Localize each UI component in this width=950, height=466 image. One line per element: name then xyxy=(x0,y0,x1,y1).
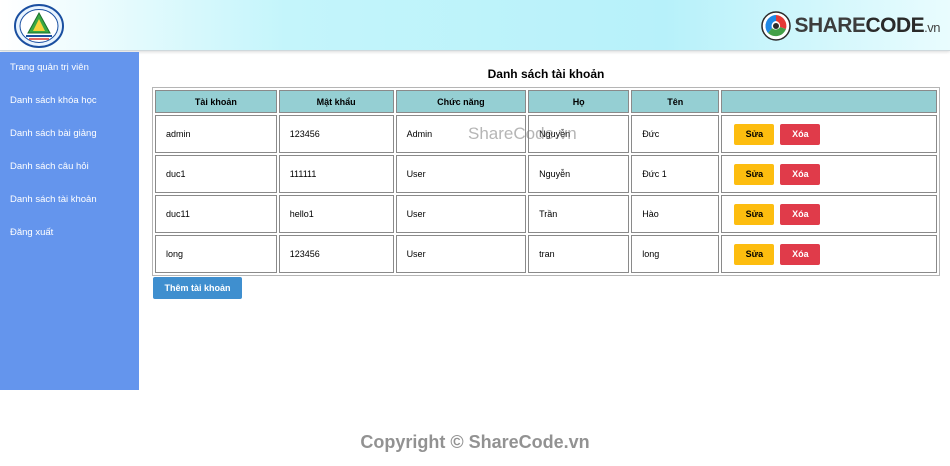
table-row: duc1 111111 User Nguyễn Đức 1 Sửa Xóa xyxy=(155,155,937,193)
cell-password: hello1 xyxy=(278,195,394,233)
column-header-password: Mật khẩu xyxy=(278,90,394,113)
accounts-table: Tài khoản Mật khẩu Chức năng Họ Tên admi… xyxy=(152,87,940,276)
cell-role: User xyxy=(395,155,527,193)
sidebar-item-courses[interactable]: Danh sách khóa học xyxy=(10,95,97,106)
column-header-role: Chức năng xyxy=(395,90,527,113)
table-row: admin 123456 Admin Nguyễn Đức Sửa Xóa xyxy=(155,115,937,153)
column-header-firstname: Tên xyxy=(631,90,720,113)
edit-button[interactable]: Sửa xyxy=(734,203,775,225)
cell-username: admin xyxy=(155,115,277,153)
sharecode-brand-text: SHARECODE.vn xyxy=(794,14,940,38)
cell-firstname: long xyxy=(631,235,720,273)
sharecode-logo-icon xyxy=(761,11,792,41)
column-header-actions xyxy=(721,90,937,113)
cell-role: User xyxy=(395,195,527,233)
header: SHARECODE.vn xyxy=(0,0,950,51)
cell-role: Admin xyxy=(395,115,527,153)
cell-username: long xyxy=(155,235,277,273)
table-row: long 123456 User tran long Sửa Xóa xyxy=(155,235,937,273)
delete-button[interactable]: Xóa xyxy=(780,203,821,225)
cell-firstname: Đức 1 xyxy=(631,155,720,193)
brand-part-code: CODE xyxy=(865,14,925,37)
cell-password: 123456 xyxy=(278,115,394,153)
edit-button[interactable]: Sửa xyxy=(734,163,775,185)
table-row: duc11 hello1 User Trần Hào Sửa Xóa xyxy=(155,195,937,233)
edit-button[interactable]: Sửa xyxy=(734,243,775,265)
edit-button[interactable]: Sửa xyxy=(734,123,775,145)
sidebar: Trang quản trị viên Danh sách khóa học D… xyxy=(0,52,139,390)
delete-button[interactable]: Xóa xyxy=(780,123,821,145)
cell-actions: Sửa Xóa xyxy=(721,115,937,153)
table-header-row: Tài khoản Mật khẩu Chức năng Họ Tên xyxy=(155,90,937,113)
column-header-username: Tài khoản xyxy=(155,90,277,113)
cell-lastname: Trần xyxy=(528,195,630,233)
add-account-button[interactable]: Thêm tài khoản xyxy=(153,277,242,299)
cell-password: 111111 xyxy=(278,155,394,193)
sidebar-item-accounts[interactable]: Danh sách tài khoản xyxy=(10,194,97,205)
cell-username: duc11 xyxy=(155,195,277,233)
cell-lastname: tran xyxy=(528,235,630,273)
cell-lastname: Nguyễn xyxy=(528,155,630,193)
page-title: Danh sách tài khoản xyxy=(487,67,605,81)
delete-button[interactable]: Xóa xyxy=(780,243,821,265)
cell-password: 123456 xyxy=(278,235,394,273)
cell-actions: Sửa Xóa xyxy=(721,195,937,233)
cell-firstname: Đức xyxy=(631,115,720,153)
cell-actions: Sửa Xóa xyxy=(721,235,937,273)
footer-copyright: Copyright © ShareCode.vn xyxy=(360,432,590,452)
sidebar-item-logout[interactable]: Đăng xuất xyxy=(10,227,53,238)
sidebar-item-lectures[interactable]: Danh sách bài giảng xyxy=(10,128,97,139)
sidebar-item-questions[interactable]: Danh sách câu hỏi xyxy=(10,161,89,172)
cell-role: User xyxy=(395,235,527,273)
cell-lastname: Nguyễn xyxy=(528,115,630,153)
brand-part-share: SHARE xyxy=(794,14,866,37)
delete-button[interactable]: Xóa xyxy=(780,163,821,185)
column-header-lastname: Họ xyxy=(528,90,630,113)
school-logo[interactable] xyxy=(13,3,65,49)
brand-part-vn: .vn xyxy=(924,20,940,35)
school-emblem-icon xyxy=(14,4,64,48)
sidebar-item-admin-home[interactable]: Trang quản trị viên xyxy=(10,62,89,73)
cell-firstname: Hào xyxy=(631,195,720,233)
sharecode-brand[interactable]: SHARECODE.vn xyxy=(761,10,940,42)
cell-username: duc1 xyxy=(155,155,277,193)
cell-actions: Sửa Xóa xyxy=(721,155,937,193)
